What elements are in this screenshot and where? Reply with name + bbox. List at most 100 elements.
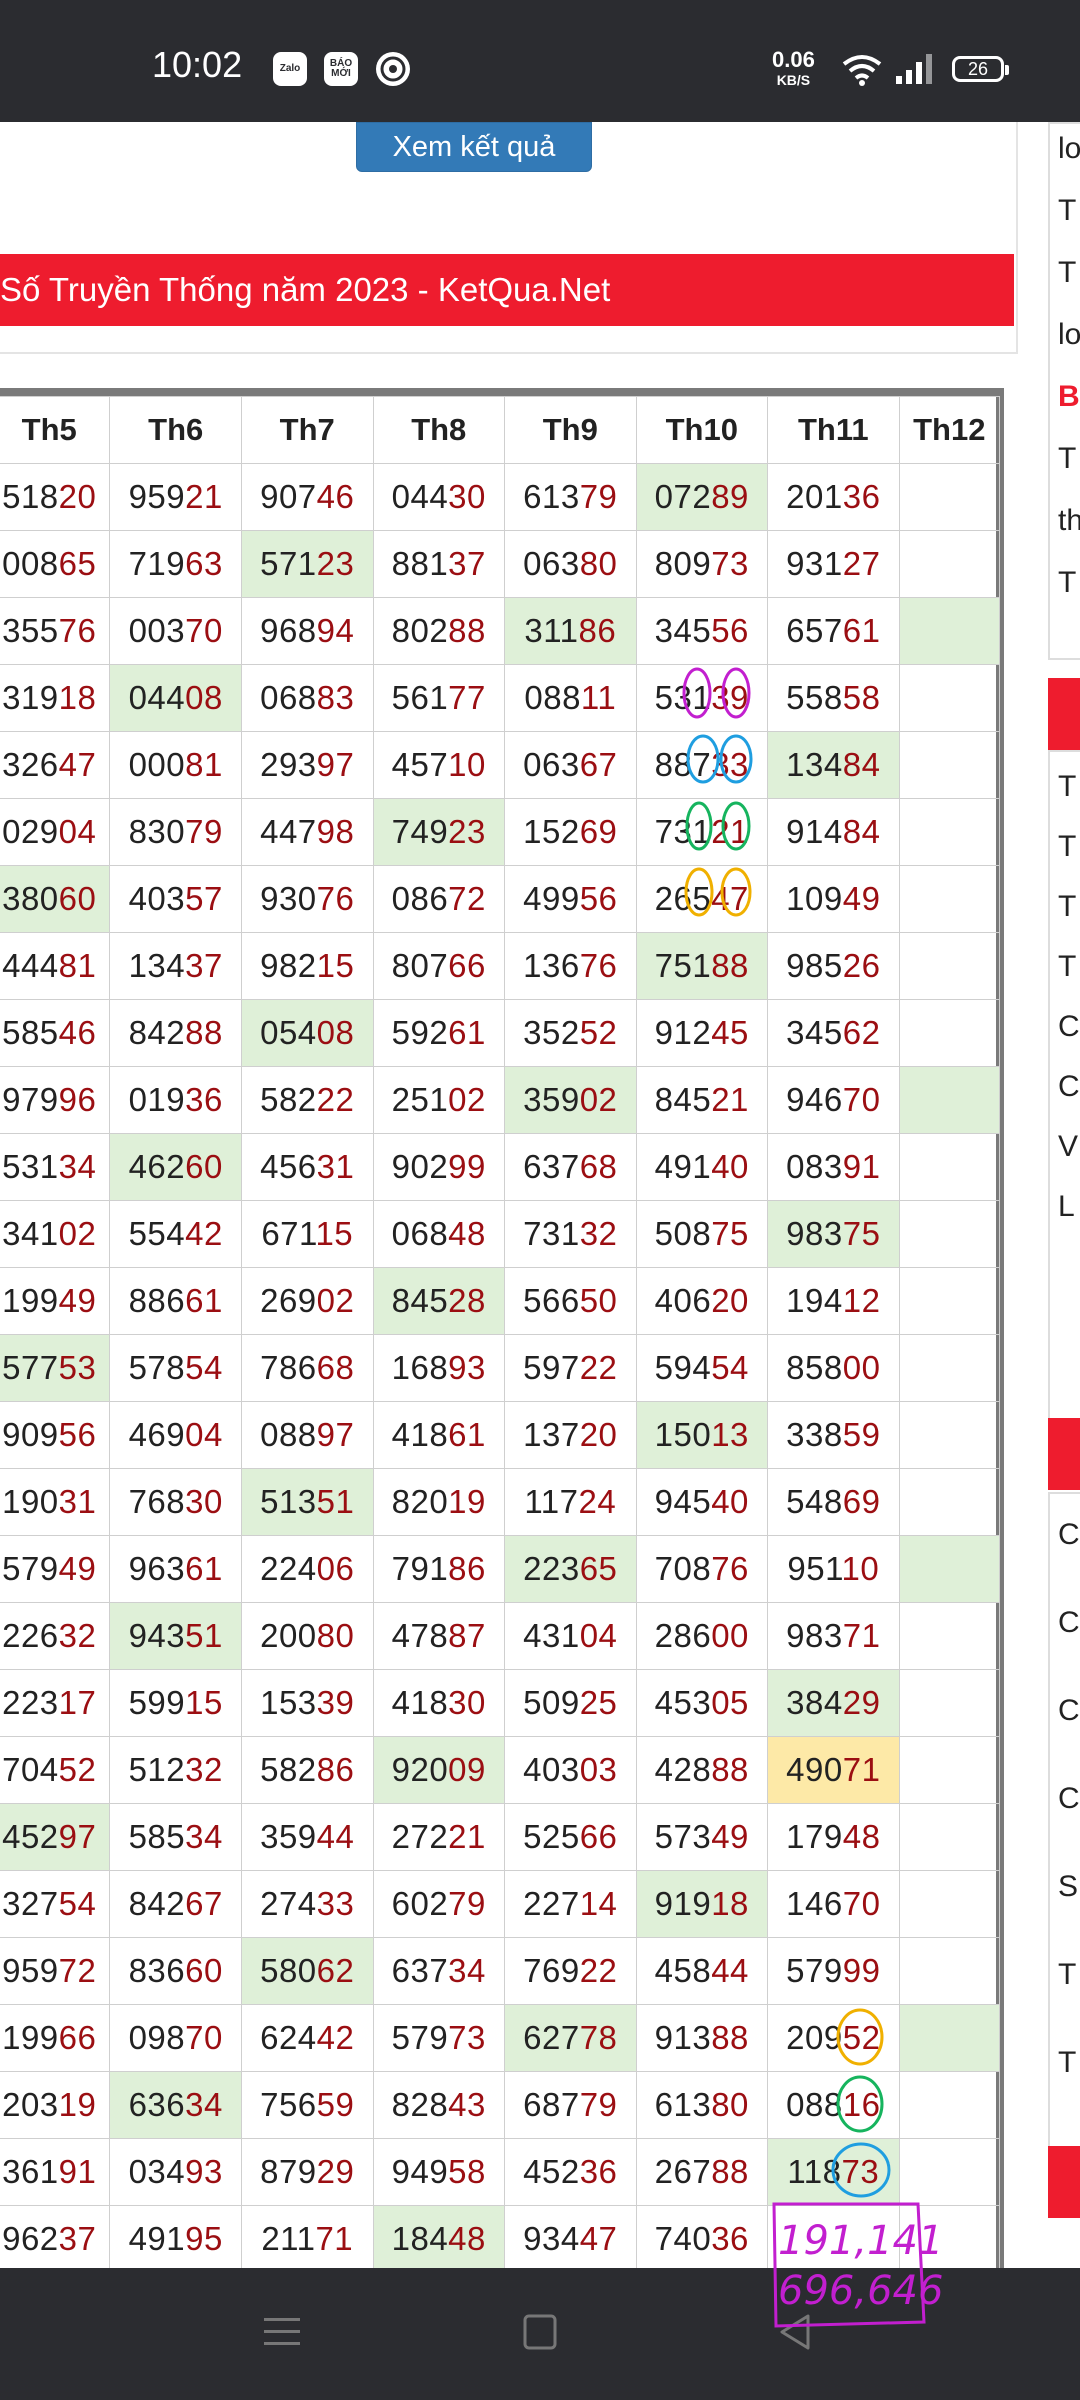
sidebar-link[interactable]: T — [1058, 442, 1076, 476]
sidebar-link[interactable]: S — [1058, 1870, 1078, 1904]
result-tail-digits: 50 — [579, 1282, 618, 1319]
result-tail-digits: 83 — [316, 679, 355, 716]
sidebar-link[interactable]: C — [1058, 1782, 1080, 1816]
home-icon[interactable] — [522, 2312, 558, 2357]
sidebar-link[interactable]: C — [1058, 1010, 1080, 1044]
result-tail-digits: 42 — [316, 2019, 355, 2056]
back-icon[interactable] — [776, 2312, 816, 2357]
sidebar-link[interactable]: th — [1058, 504, 1080, 538]
result-head-digits: 034 — [128, 2153, 186, 2190]
column-header-th7: Th7 — [240, 396, 374, 464]
result-cell: 62778 — [504, 2004, 637, 2072]
result-tail-digits: 03 — [579, 1751, 618, 1788]
result-cell: 40303 — [504, 1736, 637, 1804]
result-cell: 01936 — [109, 1066, 242, 1134]
result-cell: 27221 — [372, 1803, 506, 1871]
result-tail-digits: 37 — [185, 947, 223, 984]
result-cell: 19031 — [0, 1468, 111, 1536]
result-tail-digits: 34 — [58, 1148, 97, 1185]
sidebar-link[interactable]: B — [1058, 380, 1080, 414]
result-cell: 74036 — [635, 2205, 769, 2268]
column-header-th8: Th8 — [372, 396, 506, 464]
result-cell: 27433 — [240, 1870, 374, 1938]
sidebar-link[interactable]: V — [1058, 1130, 1078, 1164]
table-row: 19031 76830 51351 82019 11724 94540 54869 — [0, 1468, 1001, 1536]
result-head-digits: 959 — [2, 1952, 59, 1989]
result-cell: 98371 — [767, 1602, 900, 1670]
sidebar-link[interactable]: T — [1058, 1958, 1076, 1992]
result-head-digits: 902 — [391, 1148, 449, 1185]
sidebar-link[interactable]: T — [1058, 770, 1076, 804]
sidebar-link[interactable]: C — [1058, 1070, 1080, 1104]
sidebar-link[interactable]: C — [1058, 1606, 1080, 1640]
sidebar-link[interactable]: T — [1058, 830, 1076, 864]
result-head-digits: 134 — [786, 746, 843, 783]
result-tail-digits: 18 — [711, 1885, 749, 1922]
result-cell: 49956 — [504, 865, 637, 933]
result-cell: 45236 — [504, 2138, 637, 2206]
web-page[interactable]: Xem kết quả Số Truyền Thống năm 2023 - K… — [0, 122, 1080, 2268]
sidebar-link[interactable]: T — [1058, 194, 1076, 228]
result-cell: 22406 — [240, 1535, 374, 1603]
table-row: 22317 59915 15339 41830 50925 45305 38429 — [0, 1669, 1001, 1737]
result-tail-digits: 36 — [842, 478, 881, 515]
result-cell: 22365 — [504, 1535, 637, 1603]
sidebar-link[interactable]: T — [1058, 2046, 1076, 2080]
result-tail-digits: 08 — [316, 1014, 355, 1051]
sidebar-link[interactable]: T — [1058, 256, 1076, 290]
sidebar-link[interactable]: T — [1058, 950, 1076, 984]
result-head-digits: 226 — [2, 1617, 59, 1654]
result-cell: 35944 — [240, 1803, 374, 1871]
wifi-icon — [842, 54, 882, 91]
result-cell: 80288 — [372, 597, 506, 665]
result-head-digits: 531 — [2, 1148, 59, 1185]
result-tail-digits: 34 — [185, 2086, 223, 2123]
result-head-digits: 150 — [654, 1416, 712, 1453]
result-tail-digits: 91 — [58, 2153, 97, 2190]
sidebar-link[interactable]: T — [1058, 890, 1076, 924]
sidebar-link[interactable]: T — [1058, 566, 1076, 600]
result-cell — [898, 664, 1001, 732]
sidebar-link[interactable]: L — [1058, 1190, 1075, 1224]
sidebar-link[interactable]: lo — [1058, 132, 1080, 166]
result-cell: 00865 — [0, 530, 111, 598]
result-head-digits: 886 — [128, 1282, 186, 1319]
result-head-digits: 179 — [786, 1818, 843, 1855]
result-head-digits: 577 — [2, 1349, 59, 1386]
result-cell: 84267 — [109, 1870, 242, 1938]
result-cell: 56650 — [504, 1267, 637, 1335]
result-cell: 73132 — [504, 1200, 637, 1268]
result-cell — [898, 1267, 1001, 1335]
result-head-digits: 118 — [787, 2153, 842, 2190]
menu-icon[interactable] — [262, 2312, 302, 2357]
result-cell: 95110 — [767, 1535, 900, 1603]
result-head-digits: 592 — [391, 1014, 449, 1051]
result-head-digits: 153 — [260, 1684, 317, 1721]
result-tail-digits: 61 — [185, 1282, 223, 1319]
result-cell: 53139 — [635, 664, 769, 732]
sidebar-link[interactable]: C — [1058, 1694, 1080, 1728]
result-cell: 08897 — [240, 1401, 374, 1469]
result-cell: 90956 — [0, 1401, 111, 1469]
sidebar-link[interactable]: C — [1058, 1518, 1080, 1552]
result-head-digits: 044 — [391, 478, 449, 515]
sidebar-link[interactable]: lo — [1058, 318, 1080, 352]
result-head-digits: 319 — [2, 679, 59, 716]
result-cell: 67115 — [240, 1200, 374, 1268]
result-cell: 57123 — [240, 530, 374, 598]
result-cell: 59261 — [372, 999, 506, 1067]
result-tail-digits: 15 — [316, 947, 355, 984]
result-cell: 52566 — [504, 1803, 637, 1871]
result-head-digits: 708 — [654, 1550, 712, 1587]
view-results-button[interactable]: Xem kết quả — [356, 122, 592, 172]
result-head-digits: 452 — [2, 1818, 59, 1855]
result-tail-digits: 86 — [448, 1550, 486, 1587]
result-tail-digits: 30 — [448, 478, 486, 515]
result-head-digits: 946 — [786, 1081, 843, 1118]
result-cell: 47887 — [372, 1602, 506, 1670]
result-tail-digits: 45 — [711, 1014, 749, 1051]
result-cell: 94540 — [635, 1468, 769, 1536]
result-tail-digits: 11 — [580, 679, 617, 716]
result-head-digits: 624 — [260, 2019, 317, 2056]
result-tail-digits: 17 — [58, 1684, 97, 1721]
